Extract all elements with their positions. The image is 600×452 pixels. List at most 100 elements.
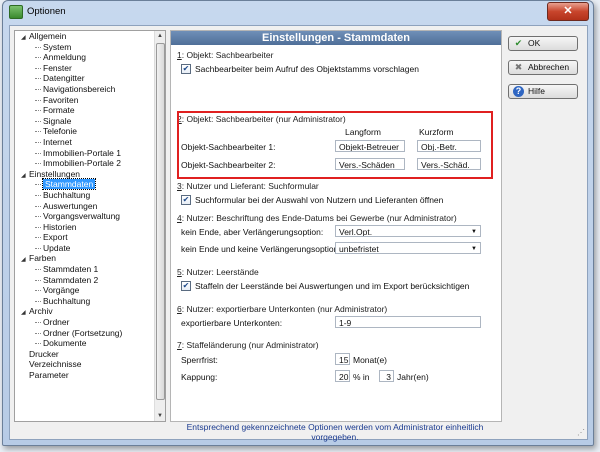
checkbox-sachbearbeiter-vorschlagen[interactable]: ✔ — [181, 64, 191, 74]
scroll-down-icon[interactable]: ▼ — [155, 411, 165, 421]
tree-item-label: Immobilien-Portale 1 — [43, 147, 121, 158]
tree-item-label: Stammdaten 2 — [43, 274, 99, 285]
tree-item[interactable]: Navigationsbereich — [15, 84, 165, 95]
tree-item-label: Immobilien-Portale 2 — [43, 158, 121, 169]
tree-item-label: Stammdaten 1 — [43, 264, 99, 275]
tree-item-label: Update — [43, 242, 71, 253]
tree-item[interactable]: Immobilien-Portale 1 — [15, 148, 165, 159]
group-suchformular: 3: Nutzer und Lieferant: Suchformular ✔ … — [177, 181, 493, 205]
tree-item[interactable]: Immobilien-Portale 2 — [15, 158, 165, 169]
tree-item[interactable]: Drucker — [15, 349, 165, 360]
input-sachbearbeiter-2-kurzform[interactable]: Vers.-Schäd. — [417, 158, 481, 170]
tree-item-label: Datengitter — [43, 73, 85, 84]
checkbox-suchformular[interactable]: ✔ — [181, 195, 191, 205]
tree-item[interactable]: Buchhaltung — [15, 190, 165, 201]
unit-prozent-in: % in — [353, 372, 370, 382]
window-client-area: ◢ Allgemein System Anmeldung Fenster Datengit… — [9, 25, 588, 442]
tree-item[interactable]: Internet — [15, 137, 165, 148]
tree-item[interactable]: Update — [15, 243, 165, 254]
tree-item-label: Allgemein — [29, 31, 67, 41]
checkbox-label: Suchformular bei der Auswahl von Nutzern… — [195, 195, 444, 205]
cancel-button[interactable]: ✖ Abbrechen — [508, 60, 578, 75]
checkbox-label: Staffeln der Leerstände bei Auswertungen… — [195, 281, 470, 291]
group-staffelaenderung: 7: Staffeländerung (nur Administrator) S… — [177, 340, 493, 390]
tree-item[interactable]: ◢ Einstellungen — [15, 169, 165, 180]
tree-item[interactable]: Fenster — [15, 63, 165, 74]
group-title: 2: Objekt: Sachbearbeiter (nur Administr… — [177, 114, 346, 124]
tree-item[interactable]: Datengitter — [15, 73, 165, 84]
select-keine-verlaengerung[interactable]: unbefristet — [335, 242, 481, 254]
row-label-sachbearbeiter-1: Objekt-Sachbearbeiter 1: — [181, 142, 276, 152]
input-sachbearbeiter-1-kurzform[interactable]: Obj.-Betr. — [417, 140, 481, 152]
input-sperrfrist[interactable]: 15 — [335, 353, 350, 365]
ok-button[interactable]: ✔ OK — [508, 36, 578, 51]
group-sachbearbeiter: 1: Objekt: Sachbearbeiter ✔ Sachbearbeit… — [177, 50, 493, 74]
group-ende-datum: 4: Nutzer: Beschriftung des Ende-Datums … — [177, 213, 493, 257]
tree-item[interactable]: Auswertungen — [15, 201, 165, 212]
input-kappung-prozent[interactable]: 20 — [335, 370, 350, 382]
tree-item-label: Formate — [43, 105, 75, 116]
tree-item-label: Vorgänge — [43, 285, 80, 296]
input-sachbearbeiter-1-langform[interactable]: Objekt-Betreuer — [335, 140, 405, 152]
checkbox-leerstaende[interactable]: ✔ — [181, 281, 191, 291]
help-button[interactable]: ? Hilfe — [508, 84, 578, 99]
options-window: Optionen ✕ ◢ Allgemein System Anmeldung Fens… — [2, 0, 594, 446]
tree-item[interactable]: System — [15, 42, 165, 53]
select-verlaengerungsoption[interactable]: Verl.Opt. — [335, 225, 481, 237]
group-leerstaende: 5: Nutzer: Leerstände ✔ Staffeln der Lee… — [177, 267, 493, 291]
tree-item-label: System — [43, 41, 72, 52]
tree-item-label: Anmeldung — [43, 52, 87, 63]
tree-item[interactable]: Parameter — [15, 370, 165, 381]
settings-panel: Einstellungen - Stammdaten 1: Objekt: Sa… — [170, 30, 502, 422]
title-bar[interactable]: Optionen ✕ — [3, 1, 593, 23]
tree-item[interactable]: Buchhaltung — [15, 296, 165, 307]
checkbox-row[interactable]: ✔ Sachbearbeiter beim Aufruf des Objekts… — [177, 64, 493, 74]
tree-item[interactable]: Ordner (Fortsetzung) — [15, 328, 165, 339]
tree-item-label: Telefonie — [43, 126, 78, 137]
group-title: 4: Nutzer: Beschriftung des Ende-Datums … — [177, 213, 457, 223]
scroll-up-icon[interactable]: ▲ — [155, 31, 165, 41]
tree-item[interactable]: Formate — [15, 105, 165, 116]
options-tree: ◢ Allgemein System Anmeldung Fenster Datengit… — [14, 30, 166, 422]
tree-scrollbar[interactable]: ▲ ▼ — [154, 31, 165, 421]
window-title: Optionen — [27, 6, 66, 17]
row-label-kappung: Kappung: — [181, 372, 218, 382]
tree-item[interactable]: Historien — [15, 222, 165, 233]
checkbox-row[interactable]: ✔ Staffeln der Leerstände bei Auswertung… — [177, 281, 493, 291]
tree-item[interactable]: Verzeichnisse — [15, 359, 165, 370]
tree-item[interactable]: Anmeldung — [15, 52, 165, 63]
tree-item[interactable]: Telefonie — [15, 126, 165, 137]
tree-item[interactable]: Export — [15, 232, 165, 243]
input-sachbearbeiter-2-langform[interactable]: Vers.-Schäden — [335, 158, 405, 170]
tree-item[interactable]: Stammdaten 1 — [15, 264, 165, 275]
tree-item[interactable]: Vorgangsverwaltung — [15, 211, 165, 222]
group-sachbearbeiter-admin: 2: Objekt: Sachbearbeiter (nur Administr… — [177, 114, 493, 176]
scroll-thumb[interactable] — [156, 43, 165, 400]
tree-item-label: Navigationsbereich — [43, 83, 116, 94]
cancel-icon: ✖ — [514, 62, 523, 72]
tree-item-label: Parameter — [29, 370, 69, 380]
tree-item[interactable]: Ordner — [15, 317, 165, 328]
row-label-verlaengerungsoption: kein Ende, aber Verlängerungsoption: — [181, 227, 324, 237]
tree-item[interactable]: Stammdaten 2 — [15, 275, 165, 286]
resize-grip-icon[interactable]: ⋰ — [577, 428, 585, 437]
close-button[interactable]: ✕ — [547, 2, 589, 21]
input-unterkonten[interactable]: 1-9 — [335, 316, 481, 328]
checkbox-row[interactable]: ✔ Suchformular bei der Auswahl von Nutze… — [177, 195, 493, 205]
input-kappung-jahre[interactable]: 3 — [379, 370, 394, 382]
tree-item-label: Verzeichnisse — [29, 359, 82, 370]
tree-item[interactable]: Signale — [15, 116, 165, 127]
group-title: 7: Staffeländerung (nur Administrator) — [177, 340, 319, 350]
tree-item[interactable]: ◢ Allgemein — [15, 31, 165, 42]
tree-item-label: Signale — [43, 115, 72, 126]
tree-item[interactable]: Favoriten — [15, 95, 165, 106]
group-title: 1: Objekt: Sachbearbeiter — [177, 50, 274, 60]
unit-jahre: Jahr(en) — [397, 372, 429, 382]
tree-item[interactable]: Vorgänge — [15, 285, 165, 296]
tree-item[interactable]: ◢ Farben — [15, 253, 165, 264]
tree-item-label: Ordner (Fortsetzung) — [43, 327, 123, 338]
checkbox-label: Sachbearbeiter beim Aufruf des Objektsta… — [195, 64, 419, 74]
tree-item[interactable]: Dokumente — [15, 338, 165, 349]
tree-item[interactable]: Stammdaten — [15, 178, 165, 191]
tree-item[interactable]: ◢ Archiv — [15, 306, 165, 317]
